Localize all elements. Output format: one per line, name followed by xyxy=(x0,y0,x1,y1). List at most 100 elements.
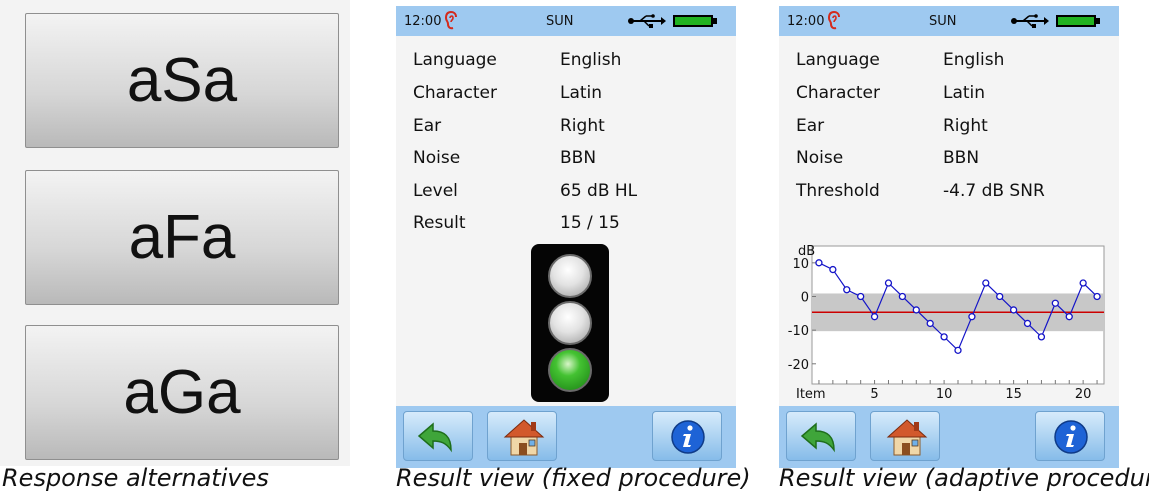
y-tick-label: -20 xyxy=(788,358,809,373)
lamp-top-off xyxy=(548,254,592,298)
adaptive-result-screen: 12:00 SUN Language English Character Lat… xyxy=(779,6,1119,468)
y-tick-label: -10 xyxy=(788,324,809,339)
home-icon xyxy=(503,419,545,456)
status-day: SUN xyxy=(546,14,574,29)
fixed-result-screen: 12:00 SUN Language English Character Lat… xyxy=(396,6,736,468)
track-point xyxy=(1009,306,1018,314)
caption-adaptive: Result view (adaptive procedure) xyxy=(779,464,1149,492)
x-tick-label: 15 xyxy=(1005,387,1022,402)
info-button[interactable] xyxy=(1035,411,1105,461)
info-icon xyxy=(1054,420,1088,454)
back-button[interactable] xyxy=(403,411,473,461)
status-bar: 12:00 SUN xyxy=(779,6,1119,36)
usb-icon xyxy=(1011,14,1049,28)
row-label: Character xyxy=(413,83,497,103)
back-button[interactable] xyxy=(786,411,856,461)
row-label: Noise xyxy=(796,148,844,168)
x-axis-label: Item xyxy=(796,387,826,402)
track-point xyxy=(829,265,837,274)
track-point xyxy=(996,292,1004,301)
home-button[interactable] xyxy=(487,411,557,461)
row-value: -4.7 dB SNR xyxy=(943,181,1045,201)
row-threshold: Threshold -4.7 dB SNR xyxy=(796,181,1106,205)
track-point xyxy=(1023,319,1032,328)
row-ear: Ear Right xyxy=(413,116,723,140)
row-label: Character xyxy=(796,83,880,103)
row-label: Ear xyxy=(413,116,442,136)
response-alternatives-panel: aSa aFa aGa xyxy=(0,0,350,466)
track-point xyxy=(884,279,893,287)
track-point xyxy=(940,333,948,341)
lamp-bottom-green xyxy=(548,348,592,392)
y-tick-label: 0 xyxy=(801,290,809,305)
row-label: Threshold xyxy=(796,181,880,201)
row-value: Right xyxy=(943,116,988,136)
row-label: Language xyxy=(413,50,497,70)
response-button-1[interactable]: aSa xyxy=(25,13,339,148)
info-button[interactable] xyxy=(652,411,722,461)
usb-icon xyxy=(628,14,666,28)
home-button[interactable] xyxy=(870,411,940,461)
track-point xyxy=(898,292,907,301)
response-button-3[interactable]: aGa xyxy=(25,325,339,460)
track-point xyxy=(1093,292,1101,301)
track-point xyxy=(1037,333,1046,341)
status-time: 12:00 xyxy=(404,14,442,29)
row-label: Language xyxy=(796,50,880,70)
track-point xyxy=(982,279,990,287)
track-point xyxy=(857,292,865,301)
row-label: Result xyxy=(413,213,466,233)
row-value: Right xyxy=(560,116,605,136)
row-level: Level 65 dB HL xyxy=(413,181,723,205)
row-value: Latin xyxy=(560,83,603,103)
row-value: English xyxy=(943,50,1005,70)
row-language: Language English xyxy=(413,50,723,74)
x-tick-label: 20 xyxy=(1075,387,1092,402)
x-tick-label: 5 xyxy=(870,387,878,402)
track-point xyxy=(843,286,851,294)
back-arrow-icon xyxy=(417,422,452,453)
row-character: Character Latin xyxy=(796,83,1106,107)
caption-response: Response alternatives xyxy=(2,464,269,492)
track-point xyxy=(968,313,976,321)
status-time: 12:00 xyxy=(787,14,825,29)
row-ear: Ear Right xyxy=(796,116,1106,140)
row-value: Latin xyxy=(943,83,986,103)
track-point xyxy=(1079,279,1087,287)
row-value: 65 dB HL xyxy=(560,181,638,201)
caption-fixed: Result view (fixed procedure) xyxy=(396,464,751,492)
status-bar: 12:00 SUN xyxy=(396,6,736,36)
track-point xyxy=(912,306,920,314)
response-button-2[interactable]: aFa xyxy=(25,170,339,305)
y-axis-label: dB xyxy=(798,244,815,259)
x-tick-label: 10 xyxy=(936,387,953,402)
track-point xyxy=(954,346,962,354)
row-noise: Noise BBN xyxy=(796,148,1106,172)
row-value: BBN xyxy=(943,148,980,168)
row-value: BBN xyxy=(560,148,597,168)
ear-icon xyxy=(444,11,457,30)
battery-icon xyxy=(1056,15,1100,27)
lamp-middle-off xyxy=(548,301,592,345)
home-icon xyxy=(886,419,928,456)
track-point xyxy=(1065,313,1073,321)
info-icon xyxy=(671,420,705,454)
row-language: Language English xyxy=(796,50,1106,74)
row-result: Result 15 / 15 xyxy=(413,213,723,237)
bottom-toolbar xyxy=(779,406,1119,468)
row-value: 15 / 15 xyxy=(560,213,620,233)
row-label: Noise xyxy=(413,148,461,168)
y-tick-label: 10 xyxy=(792,257,809,272)
row-character: Character Latin xyxy=(413,83,723,107)
status-day: SUN xyxy=(929,14,957,29)
back-arrow-icon xyxy=(800,422,835,453)
traffic-light xyxy=(531,244,609,402)
track-point xyxy=(926,319,934,328)
adaptive-track-chart: 10 0 -10 -20 5 10 15 20 dB Item xyxy=(788,244,1105,402)
row-label: Ear xyxy=(796,116,825,136)
battery-icon xyxy=(673,15,717,27)
row-label: Level xyxy=(413,181,458,201)
track-point xyxy=(870,313,879,321)
ear-icon xyxy=(827,11,840,30)
track-point xyxy=(1051,299,1059,307)
